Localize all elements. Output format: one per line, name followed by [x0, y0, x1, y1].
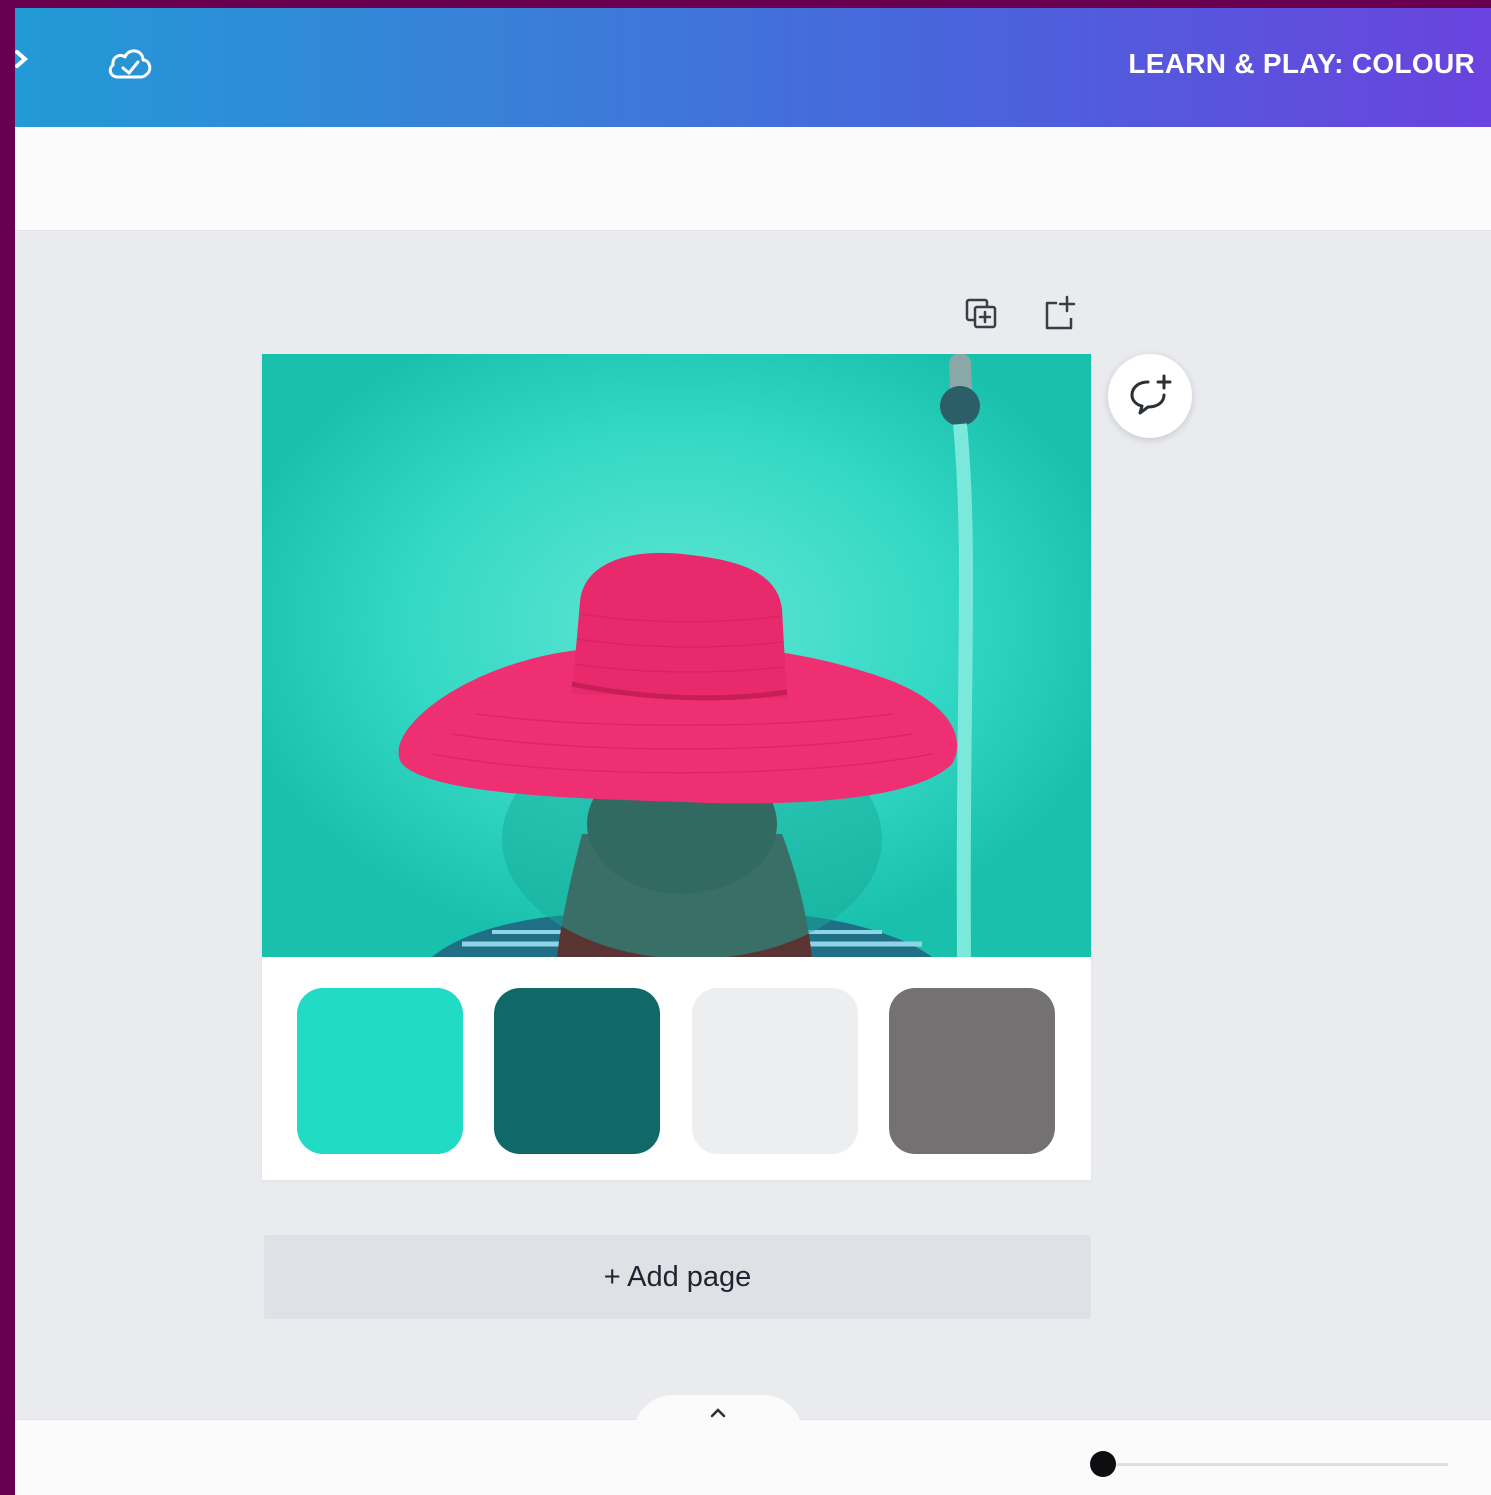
editor-window: LEARN & PLAY: COLOUR + Add page: [15, 8, 1491, 1495]
header-bar: LEARN & PLAY: COLOUR: [15, 8, 1491, 127]
document-title[interactable]: LEARN & PLAY: COLOUR: [1128, 48, 1475, 80]
palette-swatch-4[interactable]: [889, 988, 1055, 1154]
editor-toolbar: [15, 127, 1491, 231]
back-chevron-icon[interactable]: [15, 48, 33, 70]
palette-swatch-2[interactable]: [494, 988, 660, 1154]
add-comment-button[interactable]: [1108, 354, 1192, 438]
cloud-saved-icon[interactable]: [105, 44, 155, 86]
duplicate-page-icon[interactable]: [963, 294, 1001, 332]
add-page-button[interactable]: + Add page: [264, 1235, 1091, 1319]
add-page-icon[interactable]: [1041, 294, 1079, 332]
expand-pages-tab[interactable]: [633, 1395, 803, 1435]
hat-photo-illustration: [262, 354, 1091, 957]
palette-swatch-3[interactable]: [692, 988, 858, 1154]
design-page[interactable]: [262, 354, 1091, 1180]
zoom-slider-track[interactable]: [1103, 1463, 1448, 1466]
chevron-up-icon: [710, 1408, 726, 1418]
add-comment-icon: [1130, 374, 1172, 415]
hat-photo[interactable]: [262, 354, 1091, 957]
palette-swatch-1[interactable]: [297, 988, 463, 1154]
zoom-slider-handle[interactable]: [1090, 1451, 1116, 1477]
